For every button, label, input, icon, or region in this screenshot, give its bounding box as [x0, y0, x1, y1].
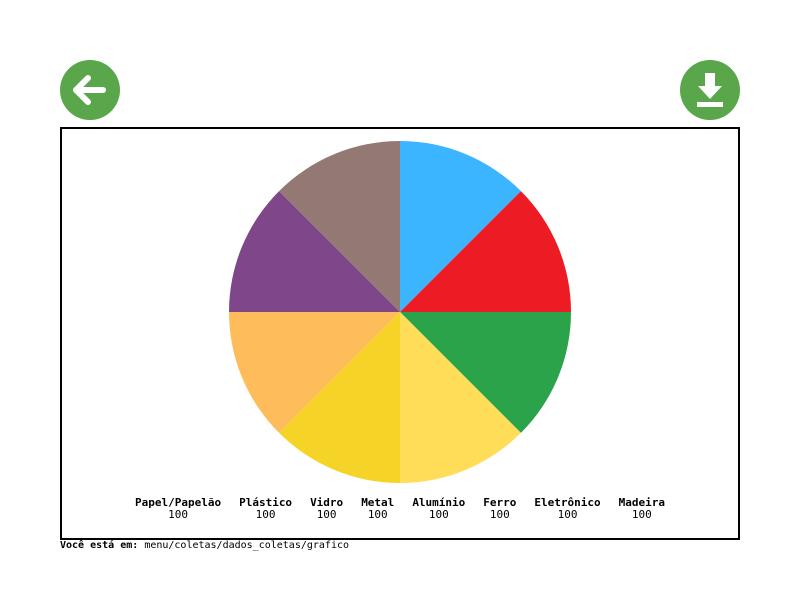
legend-value: 100 [631, 508, 652, 521]
legend-value: 100 [316, 508, 337, 521]
legend-value: 100 [168, 508, 188, 521]
legend-item: Vidro 100 [310, 497, 343, 521]
legend-item: Metal 100 [361, 497, 394, 521]
legend-item: Madeira 100 [619, 497, 665, 521]
legend-item: Papel/Papelão 100 [135, 497, 221, 521]
arrow-left-icon [60, 60, 120, 120]
chart-legend: Papel/Papelão 100 Plástico 100 Vidro 100 Metal… [62, 497, 738, 521]
legend-item: Plástico 100 [239, 497, 292, 521]
legend-item: Ferro 100 [483, 497, 516, 521]
legend-item: Eletrônico 100 [534, 497, 600, 521]
legend-value: 100 [428, 508, 449, 521]
legend-value: 100 [255, 508, 276, 521]
legend-item: Alumínio 100 [412, 497, 465, 521]
download-icon [680, 60, 740, 120]
pie-chart [229, 141, 571, 483]
breadcrumb-path: menu/coletas/dados_coletas/grafico [144, 540, 350, 551]
legend-value: 100 [557, 508, 578, 521]
back-button[interactable] [60, 60, 120, 120]
breadcrumb-label: Você está em: [60, 540, 139, 551]
chart-container: Papel/Papelão 100 Plástico 100 Vidro 100 Metal… [60, 127, 740, 540]
legend-value: 100 [367, 508, 388, 521]
breadcrumb: Você está em: menu/coletas/dados_coletas… [60, 540, 349, 551]
legend-value: 100 [489, 508, 510, 521]
download-button[interactable] [680, 60, 740, 120]
page: Papel/Papelão 100 Plástico 100 Vidro 100 Metal… [0, 0, 800, 600]
